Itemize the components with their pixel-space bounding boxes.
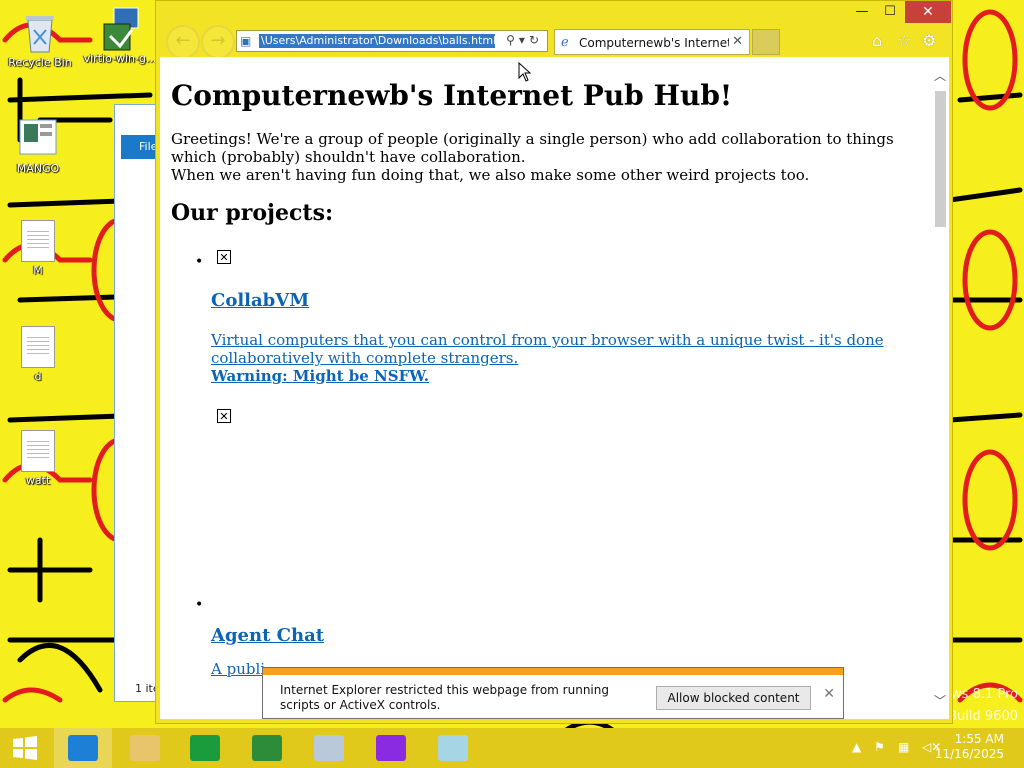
intro-text: Greetings! We're a group of people (orig… bbox=[171, 130, 894, 166]
broken-image-icon: ✕ bbox=[217, 409, 231, 423]
notification-close-icon[interactable]: ✕ bbox=[823, 686, 835, 702]
taskbar-notepad[interactable] bbox=[424, 728, 482, 768]
page-icon: ▣ bbox=[240, 34, 252, 48]
tab-close-icon[interactable]: ✕ bbox=[732, 34, 743, 49]
address-tools[interactable]: ⚲▾↻ bbox=[506, 33, 543, 47]
intro-text-2: When we aren't having fun doing that, we… bbox=[171, 166, 810, 184]
flag-icon[interactable]: ⚑ bbox=[874, 740, 885, 754]
text-file-icon bbox=[21, 326, 55, 368]
taskbar-task-manager[interactable] bbox=[238, 728, 296, 768]
clock-date: 11/16/2025 bbox=[934, 747, 1004, 761]
text-file-icon bbox=[21, 220, 55, 262]
monitor-icon bbox=[314, 735, 344, 761]
desktop-icon-watt[interactable]: watt bbox=[0, 430, 76, 487]
desktop-icon-label: watt bbox=[25, 474, 51, 487]
notepad-icon bbox=[438, 735, 468, 761]
tab-title: Computernewb's Internet P... bbox=[579, 36, 729, 50]
title-bar[interactable]: — ☐ ✕ bbox=[156, 1, 952, 25]
project-desc-link[interactable]: A publi bbox=[211, 660, 265, 678]
minimize-button[interactable]: — bbox=[848, 1, 876, 23]
notification-stripe bbox=[263, 668, 843, 675]
notification-message: Internet Explorer restricted this webpag… bbox=[280, 683, 609, 712]
address-bar[interactable]: ▣ \Users\Administrator\Downloads\balls.h… bbox=[236, 30, 548, 52]
desktop-icon-mango[interactable]: MANGO bbox=[0, 116, 76, 175]
desktop-icon-virtio[interactable]: virtio-win-g... bbox=[82, 6, 158, 65]
task-manager-icon bbox=[252, 735, 282, 761]
clock-time: 1:55 AM bbox=[954, 732, 1004, 746]
projects-heading: Our projects: bbox=[171, 200, 334, 226]
address-url[interactable]: \Users\Administrator\Downloads\balls.htm… bbox=[259, 34, 495, 48]
dropdown-icon[interactable]: ▾ bbox=[519, 33, 529, 47]
gear-icon[interactable]: ⚙ bbox=[922, 31, 936, 50]
refresh-icon[interactable]: ↻ bbox=[529, 33, 543, 47]
scroll-down-icon[interactable]: ﹀ bbox=[934, 692, 946, 709]
taskbar: ▲ ⚑ ▦ ◁✕ 1:55 AM 11/16/2025 bbox=[0, 728, 1024, 768]
desktop-icon-label: d bbox=[34, 370, 42, 383]
maximize-button[interactable]: ☐ bbox=[876, 1, 904, 23]
forward-button[interactable]: → bbox=[201, 25, 235, 59]
desktop-icon-m[interactable]: M bbox=[0, 220, 76, 277]
desktop-icon-label: M bbox=[33, 264, 43, 277]
favorites-star-icon[interactable]: ☆ bbox=[897, 31, 911, 50]
windows-watermark: ws 8.1 Pro Build 9600 bbox=[948, 687, 1018, 724]
page-content[interactable]: Computernewb's Internet Pub Hub! Greetin… bbox=[160, 57, 949, 719]
recycle-bin-icon bbox=[20, 10, 60, 54]
project-link-agent-chat[interactable]: Agent Chat bbox=[211, 625, 324, 646]
broken-image-icon: ✕ bbox=[217, 250, 231, 264]
show-hidden-icons-icon[interactable]: ▲ bbox=[852, 740, 861, 754]
text-file-icon bbox=[21, 430, 55, 472]
network-icon[interactable]: ▦ bbox=[898, 740, 909, 754]
browser-tab[interactable]: ℯ Computernewb's Internet P... ✕ bbox=[554, 29, 750, 55]
search-icon[interactable]: ⚲ bbox=[506, 33, 519, 47]
desktop-icon-label: Recycle Bin bbox=[8, 56, 72, 69]
ie-logo-icon: ℯ bbox=[561, 35, 569, 50]
arrow-right-icon: → bbox=[210, 30, 226, 51]
taskbar-store[interactable] bbox=[176, 728, 234, 768]
ie-logo-icon bbox=[68, 735, 98, 761]
taskbar-magnifier[interactable] bbox=[362, 728, 420, 768]
magnifier-icon bbox=[376, 735, 406, 761]
home-icon[interactable]: ⌂ bbox=[872, 31, 882, 50]
store-icon bbox=[190, 735, 220, 761]
allow-blocked-content-button[interactable]: Allow blocked content bbox=[656, 686, 811, 710]
scroll-up-icon[interactable]: ︿ bbox=[934, 67, 946, 84]
close-button[interactable]: ✕ bbox=[905, 1, 951, 23]
desktop-icon-recycle-bin[interactable]: Recycle Bin bbox=[2, 10, 78, 69]
page-title: Computernewb's Internet Pub Hub! bbox=[171, 79, 733, 112]
desktop-icon-d[interactable]: d bbox=[0, 326, 76, 383]
list-bullet: • bbox=[195, 254, 204, 270]
project-desc-link[interactable]: Virtual computers that you can control f… bbox=[211, 331, 884, 367]
clock[interactable]: 1:55 AM 11/16/2025 bbox=[935, 732, 1004, 762]
new-tab-button[interactable] bbox=[752, 29, 780, 55]
list-bullet: • bbox=[195, 597, 204, 613]
mouse-cursor-icon bbox=[518, 62, 532, 82]
folder-icon bbox=[130, 735, 160, 761]
arrow-left-icon: ← bbox=[175, 30, 191, 51]
installer-icon bbox=[100, 6, 140, 51]
windows-logo-icon bbox=[13, 736, 37, 760]
taskbar-remote[interactable] bbox=[300, 728, 358, 768]
back-button[interactable]: ← bbox=[166, 25, 200, 59]
nsfw-warning-link[interactable]: Warning: Might be NSFW. bbox=[211, 367, 429, 385]
internet-explorer-window[interactable]: — ☐ ✕ ← → ▣ \Users\Administrator\Downloa… bbox=[155, 0, 953, 724]
project-item: • Agent Chat A publi bbox=[195, 597, 911, 678]
taskbar-file-explorer[interactable] bbox=[116, 728, 174, 768]
blocked-content-notification: Internet Explorer restricted this webpag… bbox=[262, 667, 844, 719]
project-link-collabvm[interactable]: CollabVM bbox=[211, 290, 309, 311]
start-button[interactable] bbox=[0, 728, 50, 768]
project-item: • ✕ CollabVM Virtual computers that you … bbox=[195, 250, 911, 423]
mango-file-icon bbox=[18, 116, 58, 160]
taskbar-ie[interactable] bbox=[54, 728, 112, 768]
desktop-icon-label: MANGO bbox=[16, 162, 60, 175]
scroll-thumb[interactable] bbox=[935, 91, 946, 227]
vertical-scrollbar[interactable]: ︿ ﹀ bbox=[932, 57, 949, 719]
